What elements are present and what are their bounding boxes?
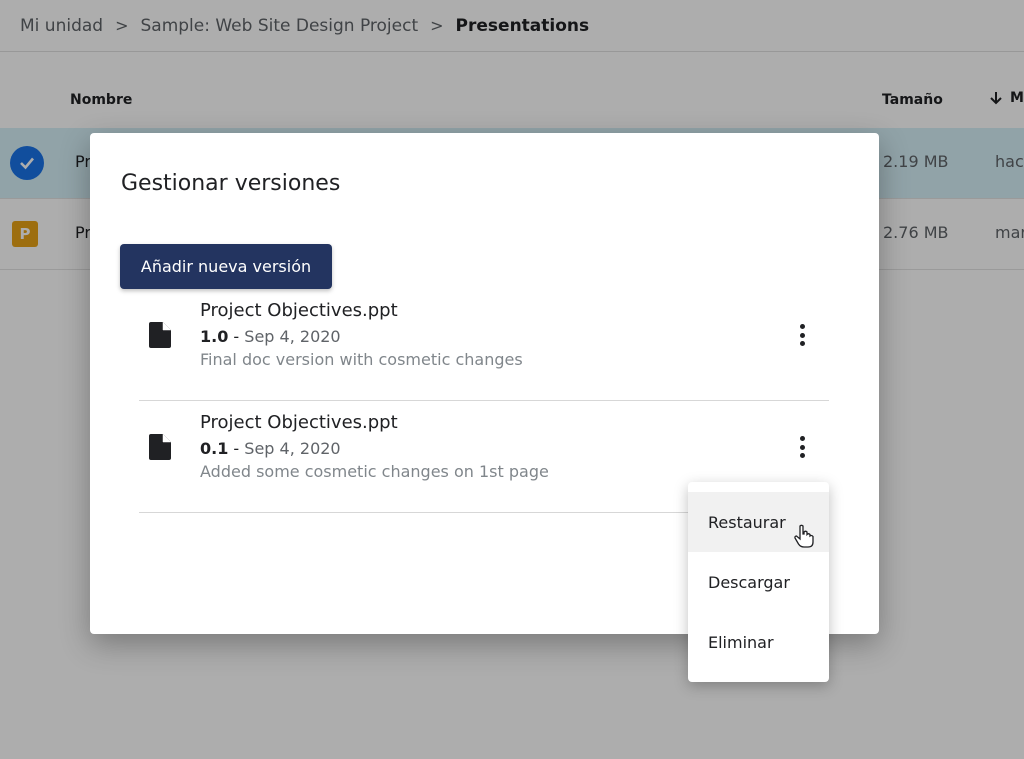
- version-date: Sep 4, 2020: [244, 327, 341, 346]
- version-separator: -: [228, 327, 245, 346]
- dialog-title: Gestionar versiones: [121, 171, 341, 196]
- version-item: Project Objectives.ppt 1.0 - Sep 4, 2020…: [139, 289, 829, 401]
- add-new-version-button[interactable]: Añadir nueva versión: [120, 244, 332, 289]
- menu-item-download[interactable]: Descargar: [688, 552, 829, 612]
- version-filename: Project Objectives.ppt: [200, 300, 398, 321]
- menu-item-restore[interactable]: Restaurar: [688, 492, 829, 552]
- version-number: 0.1: [200, 439, 229, 458]
- version-filename: Project Objectives.ppt: [200, 412, 398, 433]
- version-number: 1.0: [200, 327, 229, 346]
- version-separator: -: [228, 439, 245, 458]
- version-description: Added some cosmetic changes on 1st page: [200, 462, 549, 481]
- version-date: Sep 4, 2020: [244, 439, 341, 458]
- document-icon: [149, 434, 171, 460]
- version-meta: 1.0 - Sep 4, 2020: [200, 327, 341, 346]
- menu-item-label: Descargar: [708, 572, 790, 592]
- version-meta: 0.1 - Sep 4, 2020: [200, 439, 341, 458]
- version-description: Final doc version with cosmetic changes: [200, 350, 523, 369]
- menu-item-label: Eliminar: [708, 632, 774, 652]
- document-icon: [149, 322, 171, 348]
- hand-cursor-icon: [794, 524, 814, 548]
- menu-item-label: Restaurar: [708, 512, 786, 532]
- version-context-menu: Restaurar Descargar Eliminar: [688, 482, 829, 682]
- more-options-icon[interactable]: [792, 434, 812, 460]
- more-options-icon[interactable]: [792, 322, 812, 348]
- menu-item-delete[interactable]: Eliminar: [688, 612, 829, 672]
